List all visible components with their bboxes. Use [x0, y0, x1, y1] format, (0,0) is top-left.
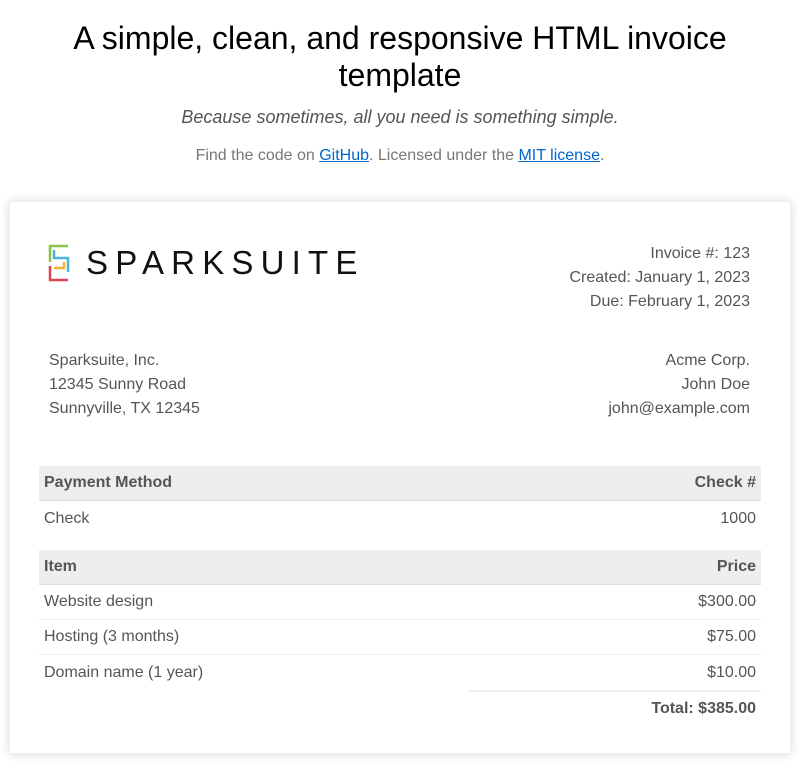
line-item-price: $10.00: [707, 663, 756, 681]
page-header: A simple, clean, and responsive HTML inv…: [0, 0, 800, 166]
price-column-header: Price: [716, 558, 756, 575]
invoice-meta: Invoice #: 123 Created: January 1, 2023 …: [569, 242, 750, 314]
sparksuite-logo-icon: [48, 244, 70, 282]
item-column-header: Item: [44, 558, 77, 575]
logo-text: SPARKSUITE: [86, 244, 365, 281]
sender-city: Sunnyville, TX 12345: [49, 400, 200, 417]
invoice-table: Payment Method Check # Check 1000 Item P…: [39, 466, 761, 724]
invoice-number: Invoice #: 123: [650, 245, 750, 262]
line-item-row: Website design $300.00: [39, 585, 761, 620]
tagline: Because sometimes, all you need is somet…: [181, 107, 619, 127]
github-link[interactable]: GitHub: [319, 147, 369, 164]
find-code-middle: . Licensed under the: [369, 147, 519, 164]
mit-license-link[interactable]: MIT license: [518, 147, 600, 164]
payment-method-value: Check: [44, 509, 90, 527]
check-number-header: Check #: [694, 474, 756, 491]
check-number-value: 1000: [720, 509, 756, 527]
line-item-name: Domain name (1 year): [44, 663, 204, 681]
payment-details-row: Check 1000: [39, 501, 761, 536]
page-title: A simple, clean, and responsive HTML inv…: [73, 20, 727, 93]
items-header-row: Item Price: [39, 550, 761, 585]
invoice-due-date: Due: February 1, 2023: [589, 293, 750, 310]
payment-header-row: Payment Method Check #: [39, 466, 761, 501]
line-item-price: $300.00: [698, 593, 756, 610]
find-code-prefix: Find the code on: [195, 147, 320, 164]
invoice-box: SPARKSUITE Invoice #: 123 Created: Janua…: [9, 201, 791, 754]
line-item-name: Website design: [44, 593, 154, 610]
find-code-suffix: .: [599, 147, 605, 164]
invoice-total: Total: $385.00: [469, 690, 761, 724]
recipient-name: John Doe: [681, 376, 751, 393]
total-row: Total: $385.00: [39, 690, 761, 724]
recipient-email: john@example.com: [608, 400, 750, 417]
sender-street: 12345 Sunny Road: [49, 376, 186, 393]
company-logo: SPARKSUITE: [48, 244, 365, 282]
payment-method-header: Payment Method: [44, 474, 173, 491]
line-item-name: Hosting (3 months): [44, 628, 180, 645]
recipient-company: Acme Corp.: [665, 352, 750, 369]
find-code-line: Find the code on GitHub. Licensed under …: [0, 146, 800, 166]
invoice-created-date: Created: January 1, 2023: [569, 269, 750, 286]
line-item-price: $75.00: [707, 628, 756, 645]
recipient-address: Acme Corp. John Doe john@example.com: [608, 349, 750, 421]
sender-company: Sparksuite, Inc.: [49, 352, 160, 369]
line-item-row: Domain name (1 year) $10.00: [39, 655, 761, 690]
line-item-row: Hosting (3 months) $75.00: [39, 620, 761, 655]
sender-address: Sparksuite, Inc. 12345 Sunny Road Sunnyv…: [49, 349, 200, 421]
